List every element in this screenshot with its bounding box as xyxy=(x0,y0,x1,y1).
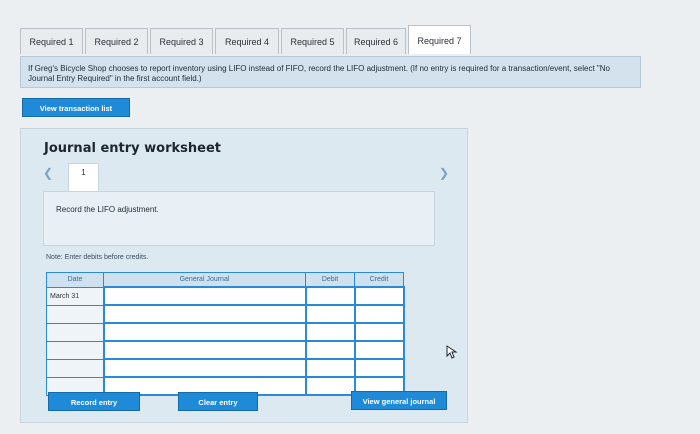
chevron-left-icon[interactable]: ❮ xyxy=(43,166,53,180)
task-description: Record the LIFO adjustment. xyxy=(56,205,159,214)
debit-field[interactable] xyxy=(304,304,356,324)
chevron-right-icon[interactable]: ❯ xyxy=(439,166,449,180)
debit-column-header: Debit xyxy=(305,272,355,288)
date-cell xyxy=(46,304,104,324)
credit-field[interactable] xyxy=(353,358,405,378)
account-field[interactable] xyxy=(102,322,307,342)
mouse-pointer-icon xyxy=(446,345,458,359)
date-cell xyxy=(46,358,104,378)
record-entry-button[interactable]: Record entry xyxy=(48,392,140,411)
instruction-banner: If Greg's Bicycle Shop chooses to report… xyxy=(20,56,641,88)
debit-field[interactable] xyxy=(304,286,356,306)
tab-required-1[interactable]: Required 1 xyxy=(20,28,83,54)
debit-field[interactable] xyxy=(304,358,356,378)
credit-field[interactable] xyxy=(353,340,405,360)
account-field[interactable] xyxy=(102,340,307,360)
credit-column-header: Credit xyxy=(354,272,404,288)
requirement-tabs: Required 1 Required 2 Required 3 Require… xyxy=(20,25,473,54)
table-row xyxy=(46,304,405,324)
debits-note: Note: Enter debits before credits. xyxy=(46,254,149,261)
account-field[interactable] xyxy=(102,304,307,324)
view-transaction-list-button[interactable]: View transaction list xyxy=(22,98,130,117)
debit-field[interactable] xyxy=(304,340,356,360)
credit-field[interactable] xyxy=(353,322,405,342)
credit-field[interactable] xyxy=(353,286,405,306)
date-cell: March 31 xyxy=(46,286,104,306)
page-number: 1 xyxy=(81,168,86,177)
clear-entry-button[interactable]: Clear entry xyxy=(178,392,258,411)
task-box: Record the LIFO adjustment. xyxy=(43,191,435,246)
credit-field[interactable] xyxy=(353,304,405,324)
tab-required-2[interactable]: Required 2 xyxy=(85,28,148,54)
account-field[interactable] xyxy=(102,358,307,378)
table-row xyxy=(46,322,405,342)
general-journal-column-header: General Journal xyxy=(103,272,306,288)
tab-required-7[interactable]: Required 7 xyxy=(408,25,471,54)
date-cell xyxy=(46,340,104,360)
view-general-journal-button[interactable]: View general journal xyxy=(351,391,447,410)
worksheet-page-tab[interactable]: 1 xyxy=(68,163,99,192)
tab-required-5[interactable]: Required 5 xyxy=(281,28,344,54)
account-field[interactable] xyxy=(102,286,307,306)
debit-field[interactable] xyxy=(304,376,356,396)
journal-table: Date General Journal Debit Credit March … xyxy=(46,272,405,396)
debit-field[interactable] xyxy=(304,322,356,342)
date-cell xyxy=(46,322,104,342)
tab-required-3[interactable]: Required 3 xyxy=(150,28,213,54)
date-column-header: Date xyxy=(46,272,104,288)
table-row: March 31 xyxy=(46,286,405,306)
tab-required-6[interactable]: Required 6 xyxy=(346,28,406,54)
tab-required-4[interactable]: Required 4 xyxy=(215,28,279,54)
table-row xyxy=(46,340,405,360)
journal-entry-worksheet: Journal entry worksheet ❮ ❯ 1 Record the… xyxy=(20,128,468,423)
worksheet-title: Journal entry worksheet xyxy=(44,141,221,156)
table-row xyxy=(46,358,405,378)
